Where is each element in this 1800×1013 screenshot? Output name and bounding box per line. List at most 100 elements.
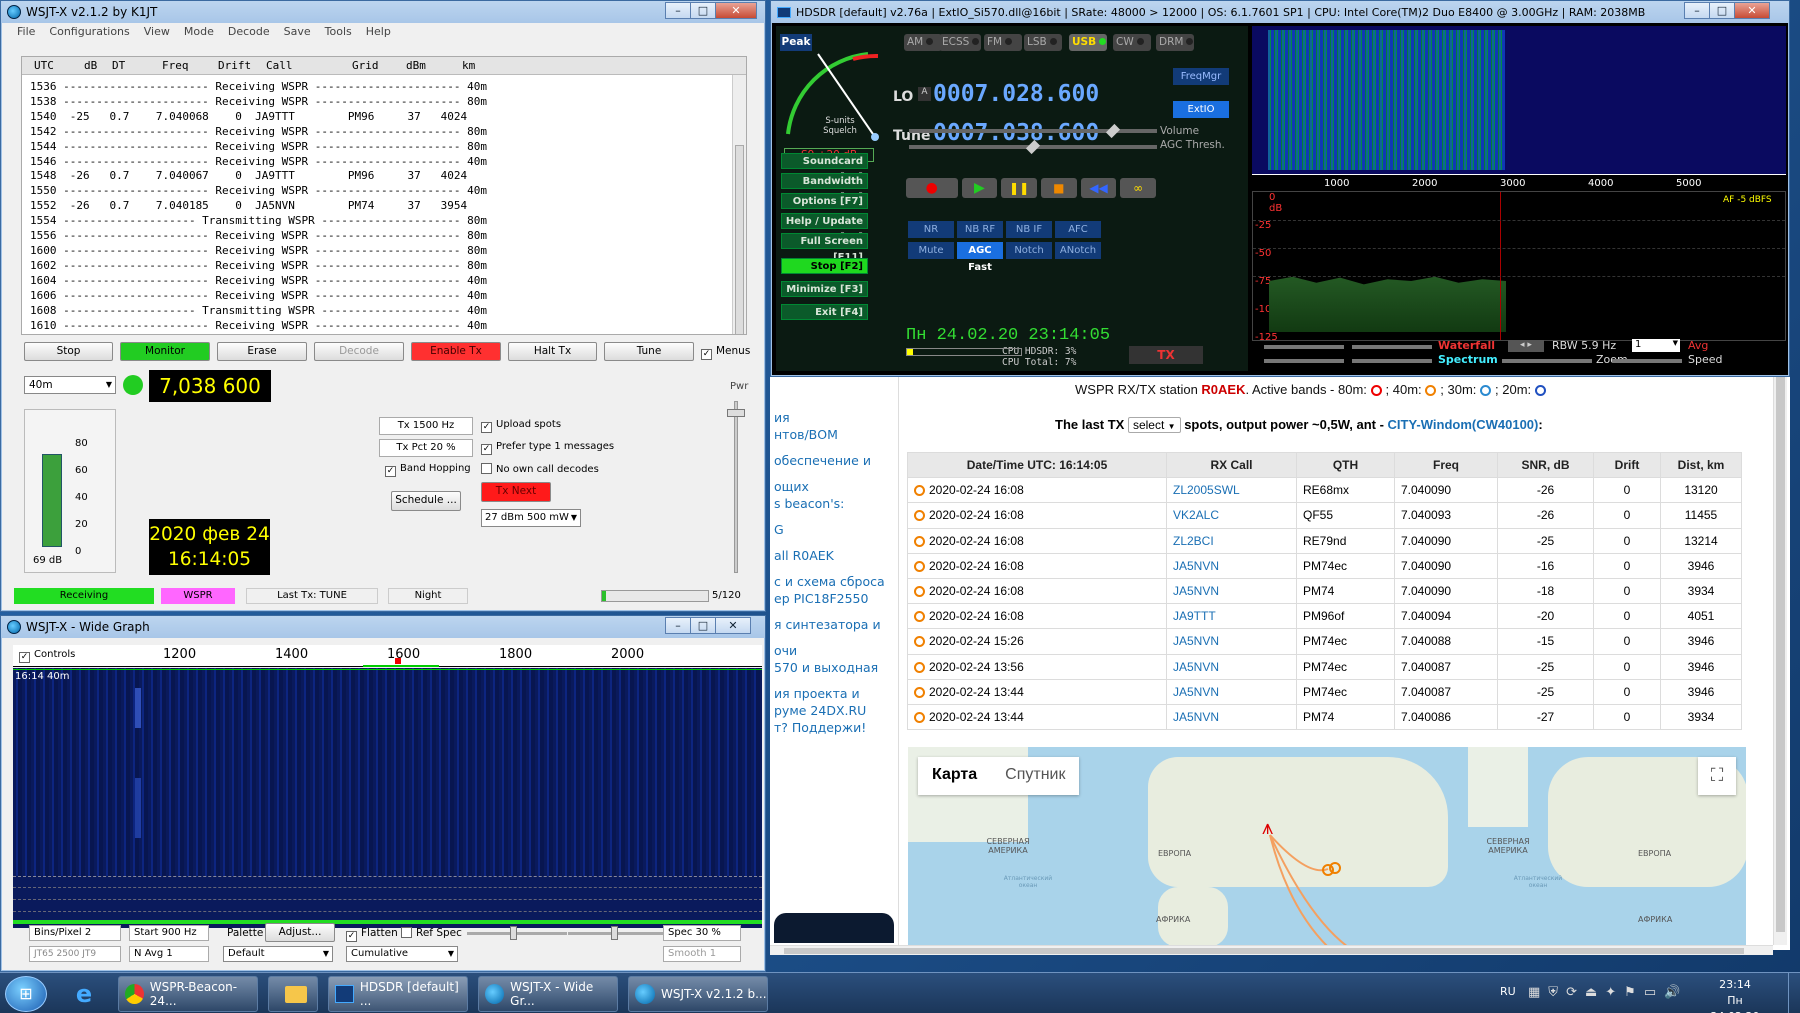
spec-pct-spinbox[interactable]: Spec 30 % — [663, 925, 741, 941]
spot-cell[interactable]: ZL2BCI — [1166, 527, 1297, 554]
spot-cell[interactable]: JA5NVN — [1166, 552, 1297, 579]
decode-row[interactable]: 1554 -------------------- Transmitting W… — [30, 214, 487, 229]
spots-col-header[interactable]: SNR, dB — [1497, 451, 1594, 479]
ref-spec-checkbox[interactable]: Ref Spec — [401, 927, 462, 939]
sidebar-link[interactable]: ия проекта и — [774, 686, 892, 703]
decode-row[interactable]: 1610 ---------------------- Receiving WS… — [30, 319, 487, 334]
freqmgr-button[interactable]: FreqMgr — [1173, 68, 1229, 85]
shield-icon[interactable]: ⛨ — [1548, 985, 1558, 1000]
tx-freq-spinbox[interactable]: Tx 1500 Hz — [379, 417, 473, 435]
navg-spinbox[interactable]: N Avg 1 — [129, 946, 209, 962]
decode-row[interactable]: 1542 ---------------------- Receiving WS… — [30, 125, 487, 140]
lo-frequency[interactable]: 0007.028.600 — [933, 81, 1099, 107]
palette-select[interactable]: Default ▼ — [223, 946, 333, 962]
monitor-icon[interactable]: ▭ — [1644, 985, 1656, 1000]
decode-row[interactable]: 1606 ---------------------- Receiving WS… — [30, 289, 487, 304]
menu-item-configurations[interactable]: Configurations — [49, 25, 129, 41]
map-tab-map[interactable]: Карта — [918, 757, 991, 795]
dsp-button[interactable]: AGC Fast — [957, 242, 1003, 273]
menu-item-save[interactable]: Save — [284, 25, 311, 41]
menu-item-help[interactable]: Help — [366, 25, 391, 41]
tune-button[interactable]: Tune — [604, 342, 694, 361]
spots-select[interactable]: select ▼ — [1127, 417, 1181, 433]
mode-button-drm[interactable]: DRM — [1156, 34, 1194, 51]
tray-clock[interactable]: 23:14 Пн 24.02.20 — [1705, 977, 1765, 1013]
decode-row[interactable]: 1608 -------------------- Transmitting W… — [30, 304, 487, 319]
fullscreen-icon[interactable]: ⛶ — [1698, 757, 1736, 795]
show-desktop-button[interactable] — [1788, 973, 1800, 1013]
spots-col-header[interactable]: QTH — [1296, 451, 1395, 479]
task-hdsdr[interactable]: HDSDR [default] ... — [328, 976, 468, 1012]
controls-checkbox[interactable]: ✓ Controls — [19, 649, 75, 663]
dsp-button[interactable]: NB IF — [1006, 221, 1052, 238]
sidebar-link[interactable]: очи — [774, 643, 892, 660]
upload-spots-checkbox[interactable]: ✓ Upload spots — [481, 419, 561, 433]
monitor-button[interactable]: Monitor — [120, 342, 210, 361]
task-widegraph[interactable]: WSJT-X - Wide Gr... — [478, 976, 618, 1012]
dsp-button[interactable]: ANotch — [1055, 242, 1101, 259]
tx-button[interactable]: TX — [1129, 346, 1203, 364]
no-own-call-checkbox[interactable]: No own call decodes — [481, 463, 599, 475]
minimize-icon[interactable]: – — [1684, 2, 1710, 19]
erase-button[interactable]: Erase — [217, 342, 307, 361]
decode-row[interactable]: 1540 -25 0.7 7.040068 0 JA9TTT PM96 37 4… — [30, 110, 487, 125]
menu-item-file[interactable]: File — [17, 25, 35, 41]
decode-row[interactable]: 1550 ---------------------- Receiving WS… — [30, 184, 487, 199]
decode-row[interactable]: 1604 ---------------------- Receiving WS… — [30, 274, 487, 289]
sync-icon[interactable]: ⟳ — [1566, 985, 1577, 1000]
prefer-type1-checkbox[interactable]: ✓ Prefer type 1 messages — [481, 441, 614, 455]
minimize-icon[interactable]: – — [665, 617, 691, 634]
rx-call-link[interactable]: JA5NVN — [1173, 584, 1219, 598]
enable-tx-button[interactable]: Enable Tx — [411, 342, 501, 361]
spectrum-contrast-slider[interactable] — [1264, 359, 1344, 363]
waterfall-contrast-slider[interactable] — [1264, 345, 1344, 349]
stop-button[interactable]: Stop — [24, 342, 113, 361]
agc-slider[interactable] — [909, 139, 1157, 155]
start-freq-spinbox[interactable]: Start 900 Hz — [129, 925, 209, 941]
rx-call-link[interactable]: JA5NVN — [1173, 660, 1219, 674]
mode-button-cw[interactable]: CW — [1113, 34, 1151, 51]
rx-call-link[interactable]: ZL2BCI — [1173, 534, 1214, 548]
decode-row[interactable]: 1600 ---------------------- Receiving WS… — [30, 244, 487, 259]
decode-row[interactable]: 1548 -26 0.7 7.040067 0 JA9TTT PM96 37 4… — [30, 169, 487, 184]
maximize-icon[interactable]: □ — [690, 2, 716, 19]
rbw-arrows-icon[interactable]: ◂ ▸ — [1508, 340, 1544, 352]
tx-pct-spinbox[interactable]: Tx Pct 20 % — [379, 439, 473, 457]
flatten-checkbox[interactable]: ✓ Flatten — [346, 927, 398, 942]
mode-button-lsb[interactable]: LSB — [1024, 34, 1062, 51]
widegraph-titlebar[interactable]: WSJT-X - Wide Graph — [1, 616, 765, 638]
avg-select[interactable]: 1 ▼ — [1632, 339, 1680, 352]
language-indicator[interactable]: RU — [1500, 985, 1516, 998]
spots-map[interactable]: СЕВЕРНАЯ АМЕРИКА ЕВРОПА АФРИКА СЕВЕРНАЯ … — [908, 747, 1746, 947]
task-explorer[interactable] — [268, 976, 318, 1012]
halt-tx-button[interactable]: Halt Tx — [508, 342, 597, 361]
tune-frequency[interactable]: 0007.038.600 — [933, 120, 1099, 146]
zero-slider[interactable] — [568, 926, 668, 940]
spots-col-header[interactable]: Drift — [1593, 451, 1661, 479]
antivirus-icon[interactable]: ✦ — [1605, 985, 1616, 1000]
sidebar-link[interactable]: all R0AEK — [774, 548, 892, 574]
spots-col-header[interactable]: Dist, km — [1660, 451, 1742, 479]
menus-checkbox[interactable]: ✓ Menus — [701, 345, 750, 360]
smooth-spinbox[interactable]: Smooth 1 — [663, 946, 741, 962]
widegraph-waterfall[interactable]: 16:14 40m — [13, 668, 762, 876]
close-icon[interactable]: ✕ — [715, 2, 757, 19]
rx-call-link[interactable]: ZL2005SWL — [1173, 483, 1240, 497]
mode-button-am[interactable]: AM — [904, 34, 942, 51]
decode-row[interactable]: 1556 ---------------------- Receiving WS… — [30, 229, 487, 244]
spot-cell[interactable]: JA5NVN — [1166, 653, 1297, 680]
decode-row[interactable]: 1544 ---------------------- Receiving WS… — [30, 140, 487, 155]
sidebar-link[interactable]: ия — [774, 410, 892, 427]
pause-icon[interactable]: ❚❚ — [1001, 178, 1037, 198]
rx-call-link[interactable]: JA5NVN — [1173, 634, 1219, 648]
maximize-icon[interactable]: □ — [1709, 2, 1735, 19]
sidebar-link[interactable]: с и схема сброса — [774, 574, 892, 591]
close-icon[interactable]: ✕ — [1734, 2, 1770, 19]
band-select[interactable]: 40m ▼ — [24, 376, 116, 394]
start-button[interactable]: ⊞ — [5, 976, 47, 1012]
decode-row[interactable]: 1546 ---------------------- Receiving WS… — [30, 155, 487, 170]
wsjtx-titlebar[interactable]: WSJT-X v2.1.2 by K1JT — [1, 1, 765, 23]
spot-cell[interactable]: JA5NVN — [1166, 577, 1297, 605]
hdsdr-side-button[interactable]: Bandwidth [F6] — [781, 173, 868, 203]
dsp-button[interactable]: NB RF — [957, 221, 1003, 238]
